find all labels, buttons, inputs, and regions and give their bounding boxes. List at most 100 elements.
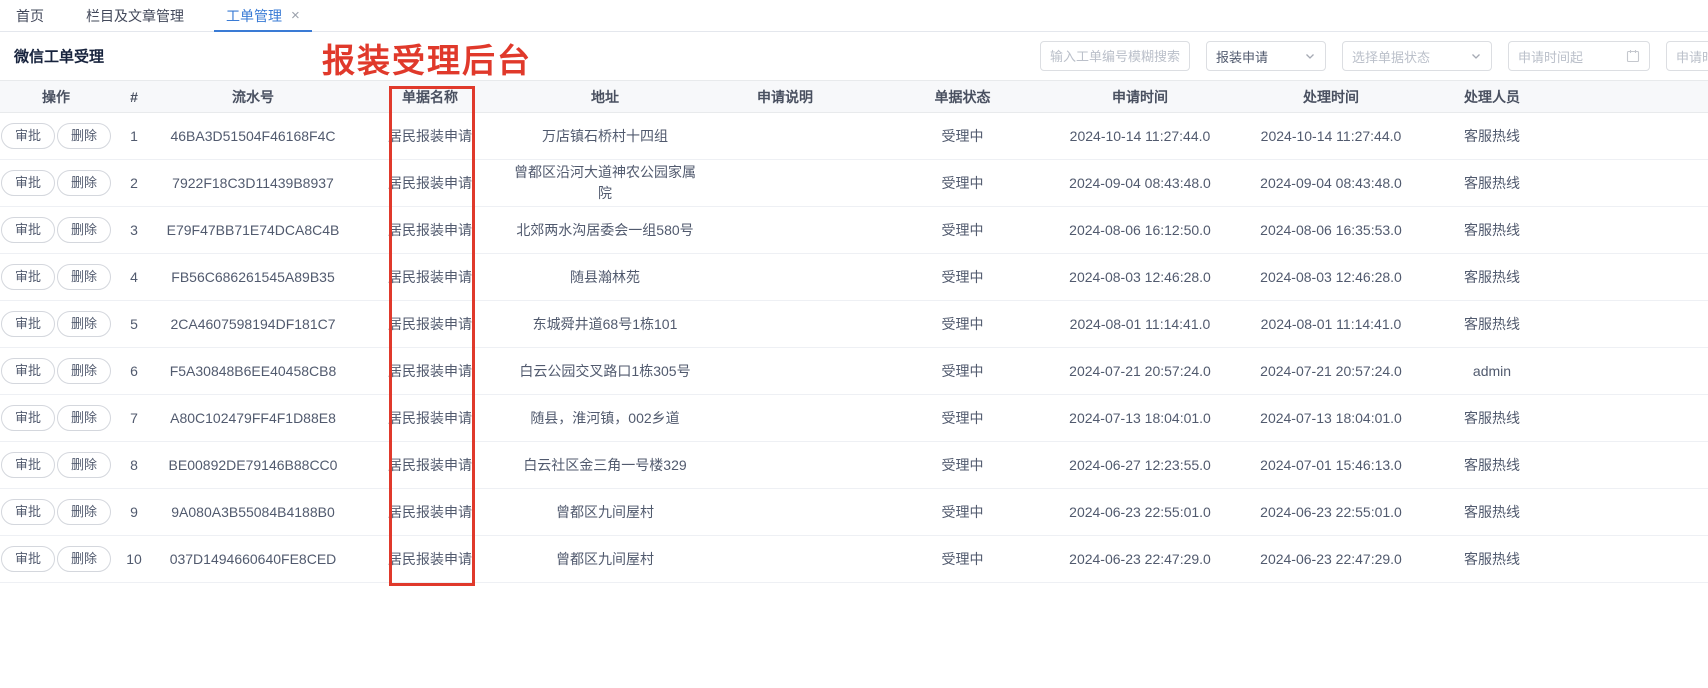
approve-button[interactable]: 审批 bbox=[1, 123, 55, 149]
spacer-cell bbox=[1547, 113, 1708, 160]
approve-button[interactable]: 审批 bbox=[1, 499, 55, 525]
approve-button[interactable]: 审批 bbox=[1, 546, 55, 572]
handler: 客服热线 bbox=[1437, 489, 1547, 536]
apply-time: 2024-06-23 22:55:01.0 bbox=[1055, 489, 1225, 536]
spacer-cell bbox=[1547, 301, 1708, 348]
delete-button[interactable]: 删除 bbox=[57, 264, 111, 290]
table-row: 审批删除 6 F5A30848B6EE40458CB8 居民报装申请 白云公园交… bbox=[0, 348, 1708, 395]
status-select-placeholder: 选择单据状态 bbox=[1352, 47, 1430, 66]
actions-cell: 审批删除 bbox=[0, 395, 112, 442]
apply-time: 2024-08-01 11:14:41.0 bbox=[1055, 301, 1225, 348]
apply-time: 2024-09-04 08:43:48.0 bbox=[1055, 160, 1225, 207]
col-header-spacer bbox=[1547, 81, 1708, 113]
col-header-address: 地址 bbox=[510, 81, 700, 113]
description bbox=[700, 348, 870, 395]
tab-articles-management[interactable]: 栏目及文章管理 bbox=[74, 0, 196, 31]
apply-time: 2024-07-21 20:57:24.0 bbox=[1055, 348, 1225, 395]
delete-button[interactable]: 删除 bbox=[57, 358, 111, 384]
col-header-index: # bbox=[112, 81, 156, 113]
serial-number: 037D1494660640FE8CED bbox=[156, 536, 350, 583]
app-root: 首页 栏目及文章管理 工单管理 × 微信工单受理 报装申请 选择单据状态 申请时… bbox=[0, 0, 1708, 688]
handle-time: 2024-10-14 11:27:44.0 bbox=[1225, 113, 1437, 160]
tab-home[interactable]: 首页 bbox=[4, 0, 56, 31]
doc-name: 居民报装申请 bbox=[350, 113, 510, 160]
serial-number: 46BA3D51504F46168F4C bbox=[156, 113, 350, 160]
address-cell: 曾都区九间屋村 bbox=[510, 489, 700, 536]
description bbox=[700, 113, 870, 160]
delete-button[interactable]: 删除 bbox=[57, 170, 111, 196]
date-end-input[interactable]: 申请时间止 bbox=[1666, 41, 1708, 71]
doc-name: 居民报装申请 bbox=[350, 301, 510, 348]
description bbox=[700, 207, 870, 254]
address: 曾都区沿河大道神农公园家属院 bbox=[510, 162, 700, 204]
table-row: 审批删除 4 FB56C686261545A89B35 居民报装申请 随县瀚林苑… bbox=[0, 254, 1708, 301]
approve-button[interactable]: 审批 bbox=[1, 405, 55, 431]
approve-button[interactable]: 审批 bbox=[1, 452, 55, 478]
delete-button[interactable]: 删除 bbox=[57, 546, 111, 572]
handle-time: 2024-06-23 22:47:29.0 bbox=[1225, 536, 1437, 583]
handle-time: 2024-07-21 20:57:24.0 bbox=[1225, 348, 1437, 395]
delete-button[interactable]: 删除 bbox=[57, 405, 111, 431]
col-header-handle-time: 处理时间 bbox=[1225, 81, 1437, 113]
actions-cell: 审批删除 bbox=[0, 254, 112, 301]
delete-button[interactable]: 删除 bbox=[57, 452, 111, 478]
delete-button[interactable]: 删除 bbox=[57, 217, 111, 243]
col-header-serial: 流水号 bbox=[156, 81, 350, 113]
order-type-select[interactable]: 报装申请 bbox=[1206, 41, 1326, 71]
handle-time: 2024-08-01 11:14:41.0 bbox=[1225, 301, 1437, 348]
address: 曾都区九间屋村 bbox=[556, 549, 654, 570]
handler: 客服热线 bbox=[1437, 113, 1547, 160]
delete-button[interactable]: 删除 bbox=[57, 123, 111, 149]
row-index: 1 bbox=[112, 113, 156, 160]
approve-button[interactable]: 审批 bbox=[1, 264, 55, 290]
handler: 客服热线 bbox=[1437, 442, 1547, 489]
serial-number: 2CA4607598194DF181C7 bbox=[156, 301, 350, 348]
spacer-cell bbox=[1547, 442, 1708, 489]
approve-button[interactable]: 审批 bbox=[1, 311, 55, 337]
handle-time: 2024-07-01 15:46:13.0 bbox=[1225, 442, 1437, 489]
work-order-table: 操作 # 流水号 单据名称 地址 申请说明 单据状态 申请时间 处理时间 处理人… bbox=[0, 80, 1708, 583]
status-select[interactable]: 选择单据状态 bbox=[1342, 41, 1492, 71]
col-header-status: 单据状态 bbox=[870, 81, 1055, 113]
row-index: 4 bbox=[112, 254, 156, 301]
table-header-row: 操作 # 流水号 单据名称 地址 申请说明 单据状态 申请时间 处理时间 处理人… bbox=[0, 81, 1708, 113]
approve-button[interactable]: 审批 bbox=[1, 217, 55, 243]
serial-number: 7922F18C3D11439B8937 bbox=[156, 160, 350, 207]
col-header-description: 申请说明 bbox=[700, 81, 870, 113]
apply-time: 2024-08-06 16:12:50.0 bbox=[1055, 207, 1225, 254]
table-row: 审批删除 2 7922F18C3D11439B8937 居民报装申请 曾都区沿河… bbox=[0, 160, 1708, 207]
row-index: 8 bbox=[112, 442, 156, 489]
approve-button[interactable]: 审批 bbox=[1, 358, 55, 384]
actions-cell: 审批删除 bbox=[0, 536, 112, 583]
chevron-down-icon bbox=[1470, 50, 1482, 62]
actions-cell: 审批删除 bbox=[0, 489, 112, 536]
apply-time: 2024-07-13 18:04:01.0 bbox=[1055, 395, 1225, 442]
approve-button[interactable]: 审批 bbox=[1, 170, 55, 196]
description bbox=[700, 301, 870, 348]
serial-number: E79F47BB71E74DCA8C4B bbox=[156, 207, 350, 254]
address-cell: 曾都区九间屋村 bbox=[510, 536, 700, 583]
delete-button[interactable]: 删除 bbox=[57, 499, 111, 525]
address: 东城舜井道68号1栋101 bbox=[533, 314, 678, 335]
date-start-input[interactable]: 申请时间起 bbox=[1508, 41, 1650, 71]
tab-work-orders[interactable]: 工单管理 × bbox=[214, 0, 312, 31]
address: 随县，淮河镇，002乡道 bbox=[530, 408, 679, 429]
handle-time: 2024-09-04 08:43:48.0 bbox=[1225, 160, 1437, 207]
doc-name: 居民报装申请 bbox=[350, 348, 510, 395]
actions-cell: 审批删除 bbox=[0, 113, 112, 160]
actions-cell: 审批删除 bbox=[0, 160, 112, 207]
handle-time: 2024-08-06 16:35:53.0 bbox=[1225, 207, 1437, 254]
order-search-input[interactable] bbox=[1040, 41, 1190, 71]
handler: 客服热线 bbox=[1437, 160, 1547, 207]
serial-number: 9A080A3B55084B4188B0 bbox=[156, 489, 350, 536]
close-icon[interactable]: × bbox=[291, 8, 300, 23]
handle-time: 2024-08-03 12:46:28.0 bbox=[1225, 254, 1437, 301]
delete-button[interactable]: 删除 bbox=[57, 311, 111, 337]
address: 北郊两水沟居委会一组580号 bbox=[516, 220, 693, 241]
status: 受理中 bbox=[870, 395, 1055, 442]
handler: 客服热线 bbox=[1437, 536, 1547, 583]
table-row: 审批删除 10 037D1494660640FE8CED 居民报装申请 曾都区九… bbox=[0, 536, 1708, 583]
address: 万店镇石桥村十四组 bbox=[542, 126, 668, 147]
serial-number: BE00892DE79146B88CC0 bbox=[156, 442, 350, 489]
address-cell: 白云公园交叉路口1栋305号 bbox=[510, 348, 700, 395]
